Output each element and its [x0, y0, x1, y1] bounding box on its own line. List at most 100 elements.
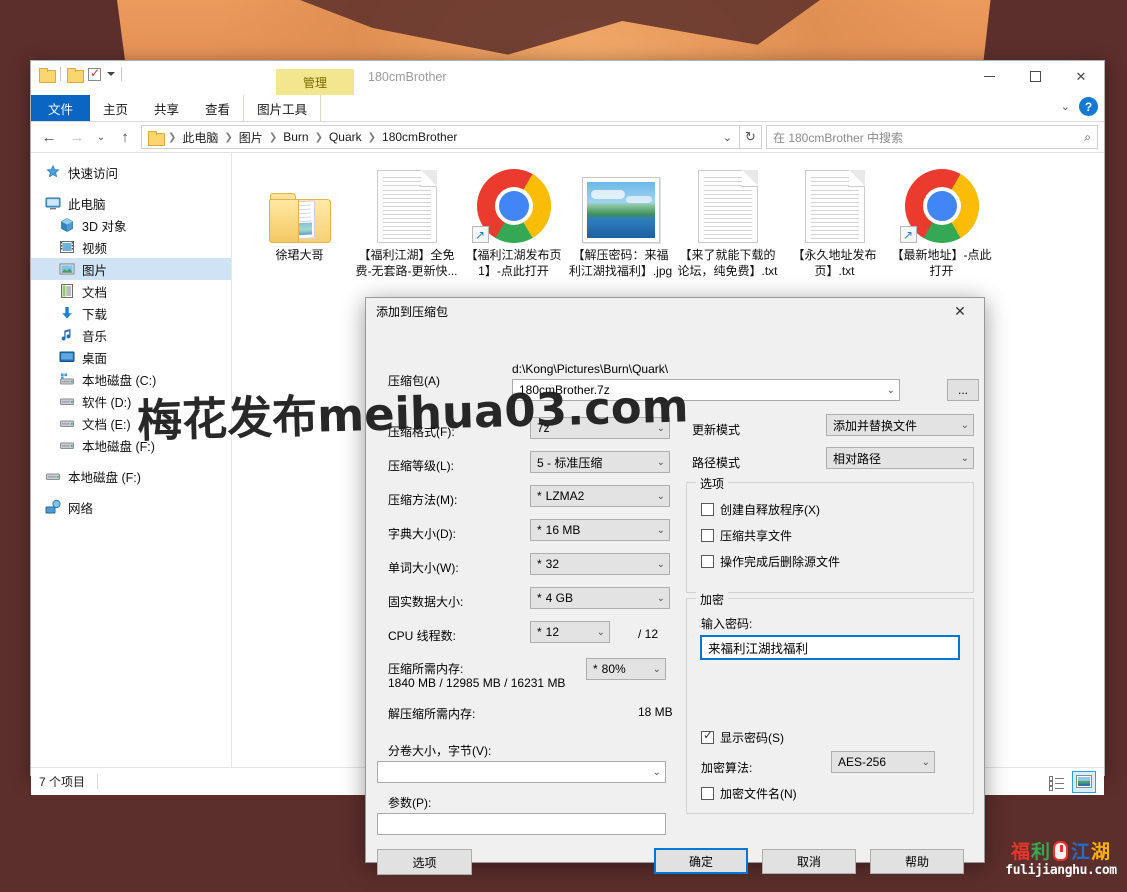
ok-button[interactable]: 确定 [654, 848, 748, 874]
tab-picture-tools[interactable]: 图片工具 [243, 95, 322, 121]
browse-button[interactable]: ... [947, 379, 979, 401]
memory-usage-select[interactable]: * 80% ⌄ [586, 658, 666, 680]
text-document-icon [376, 170, 437, 243]
dialog-title: 添加到压缩包 [376, 304, 449, 319]
encryption-group: 加密 输入密码: 来福利江湖找福利 显示密码(S) 加密算法: AES-256 … [686, 591, 974, 814]
search-input[interactable]: 在 180cmBrother 中搜索 ⌕ [766, 125, 1098, 149]
recent-locations-button[interactable]: ⌄ [93, 125, 109, 149]
breadcrumb-quark[interactable]: Quark [326, 129, 365, 145]
checkbox-create-sfx[interactable]: 创建自释放程序(X) [701, 501, 973, 518]
quick-access-toolbar[interactable] [39, 66, 122, 83]
help-button[interactable]: 帮助 [870, 849, 964, 874]
sidebar-item-music[interactable]: 音乐 [31, 324, 231, 346]
properties-icon[interactable] [88, 66, 101, 81]
forward-button[interactable]: → [65, 125, 89, 149]
back-button[interactable]: ← [37, 125, 61, 149]
large-icons-view-button[interactable] [1072, 770, 1096, 793]
contextual-tab-group: 管理 [276, 69, 354, 95]
checkbox-show-password[interactable]: 显示密码(S) [701, 728, 784, 746]
method-select[interactable]: * LZMA2 ⌄ [530, 485, 670, 507]
solid-block-size-select[interactable]: * 4 GB ⌄ [530, 587, 670, 609]
details-view-button[interactable] [1044, 771, 1068, 793]
folder-icon [148, 130, 165, 146]
encryption-method-select[interactable]: AES-256 ⌄ [831, 751, 935, 773]
checkbox-label: 加密文件名(N) [720, 787, 797, 801]
checkbox-icon [701, 555, 714, 568]
sidebar-item-drive-f-root[interactable]: 本地磁盘 (F:) [31, 465, 231, 487]
sidebar-item-3d-objects[interactable]: 3D 对象 [31, 214, 231, 236]
list-item[interactable]: 徐珺大哥 [246, 165, 353, 315]
level-select[interactable]: 5 - 标准压缩 ⌄ [530, 451, 670, 473]
chevron-down-icon: ⌄ [921, 756, 930, 768]
sidebar-item-drive-d[interactable]: 软件 (D:) [31, 390, 231, 412]
sidebar-item-pictures[interactable]: 图片 [31, 258, 231, 280]
cancel-button[interactable]: 取消 [762, 849, 856, 874]
search-icon[interactable]: ⌕ [1084, 130, 1091, 145]
breadcrumb-pictures[interactable]: 图片 [236, 128, 266, 147]
solid-value: 4 GB [545, 591, 574, 605]
star-marker: * [537, 489, 542, 503]
checkbox-compress-shared[interactable]: 压缩共享文件 [701, 527, 973, 544]
format-select[interactable]: 7z ⌄ [530, 417, 670, 439]
password-input[interactable]: 来福利江湖找福利 [700, 635, 960, 660]
sidebar-item-label: 软件 (D:) [82, 395, 132, 410]
tab-file[interactable]: 文件 [31, 95, 91, 121]
new-folder-icon[interactable] [67, 67, 84, 83]
sidebar-item-drive-c[interactable]: 本地磁盘 (C:) [31, 368, 231, 390]
close-button[interactable]: ✕ [1058, 61, 1104, 92]
folder-icon[interactable] [39, 67, 56, 83]
sidebar-item-documents[interactable]: 文档 [31, 280, 231, 302]
path-mode-select[interactable]: 相对路径 ⌄ [826, 447, 974, 469]
word-size-select[interactable]: * 32 ⌄ [530, 553, 670, 575]
split-size-select[interactable]: ⌄ [377, 761, 666, 783]
sidebar-item-videos[interactable]: 视频 [31, 236, 231, 258]
breadcrumb-sep: ❯ [314, 131, 323, 143]
sidebar-item-network[interactable]: 网络 [31, 496, 231, 518]
checkbox-encrypt-filenames[interactable]: 加密文件名(N) [701, 785, 797, 802]
sidebar-item-label: 本地磁盘 (F:) [68, 470, 141, 485]
sidebar-item-this-pc[interactable]: 此电脑 [31, 192, 231, 214]
window-controls: ✕ [966, 61, 1104, 92]
chevron-down-icon[interactable]: ⌄ [887, 385, 895, 396]
dictionary-size-select[interactable]: * 16 MB ⌄ [530, 519, 670, 541]
sidebar-item-downloads[interactable]: 下载 [31, 302, 231, 324]
dialog-close-button[interactable]: ✕ [940, 299, 980, 324]
chevron-down-icon[interactable] [107, 72, 115, 76]
address-dropdown-icon[interactable]: ⌄ [723, 131, 732, 144]
list-item[interactable]: 【来了就能下载的论坛，纯免费】.txt [674, 165, 781, 315]
refresh-button[interactable]: ↻ [740, 125, 762, 149]
maximize-button[interactable] [1012, 61, 1058, 92]
breadcrumb-burn[interactable]: Burn [280, 129, 311, 145]
update-mode-select[interactable]: 添加并替换文件 ⌄ [826, 414, 974, 436]
cpu-threads-select[interactable]: * 12 ⌄ [530, 621, 610, 643]
sidebar-item-quick-access[interactable]: 快速访问 [31, 161, 231, 183]
item-thumbnail: ↗ [471, 165, 556, 243]
list-item[interactable]: 【福利江湖】全免费-无套路-更新快... [353, 165, 460, 315]
tab-home[interactable]: 主页 [90, 95, 141, 121]
checkbox-delete-after[interactable]: 操作完成后删除源文件 [701, 553, 973, 570]
checkbox-icon [701, 503, 714, 516]
list-item[interactable]: 【永久地址发布页】.txt [781, 165, 888, 315]
breadcrumb-current[interactable]: 180cmBrother [379, 129, 460, 145]
list-item[interactable]: ↗ 【福利江湖发布页1】-点此打开 [460, 165, 567, 315]
list-item[interactable]: 【解压密码：来福利江湖找福利】.jpg [567, 165, 674, 315]
breadcrumb[interactable]: ❯ 此电脑 ❯ 图片 ❯ Burn ❯ Quark ❯ 180cmBrother… [141, 125, 740, 149]
params-input[interactable] [377, 813, 666, 835]
tab-view[interactable]: 查看 [192, 95, 243, 121]
level-value: 5 - 标准压缩 [537, 455, 603, 470]
sidebar-item-drive-e[interactable]: 文档 (E:) [31, 412, 231, 434]
up-button[interactable]: ↑ [113, 125, 137, 149]
help-icon[interactable]: ? [1079, 97, 1098, 116]
list-item[interactable]: ↗ 【最新地址】-点此打开 [888, 165, 995, 315]
minimize-button[interactable] [966, 61, 1012, 92]
sidebar-item-drive-f[interactable]: 本地磁盘 (F:) [31, 434, 231, 456]
chevron-down-icon[interactable]: ⌄ [653, 767, 661, 778]
tab-share[interactable]: 共享 [141, 95, 192, 121]
options-button[interactable]: 选项 [377, 849, 472, 875]
archive-name-input[interactable]: 180cmBrother.7z ⌄ [512, 379, 900, 401]
breadcrumb-this-pc[interactable]: 此电脑 [179, 128, 221, 147]
expand-ribbon-icon[interactable]: ⌄ [1061, 100, 1070, 113]
drive-icon [59, 393, 75, 409]
chevron-down-icon: ⌄ [656, 524, 665, 536]
sidebar-item-desktop[interactable]: 桌面 [31, 346, 231, 368]
